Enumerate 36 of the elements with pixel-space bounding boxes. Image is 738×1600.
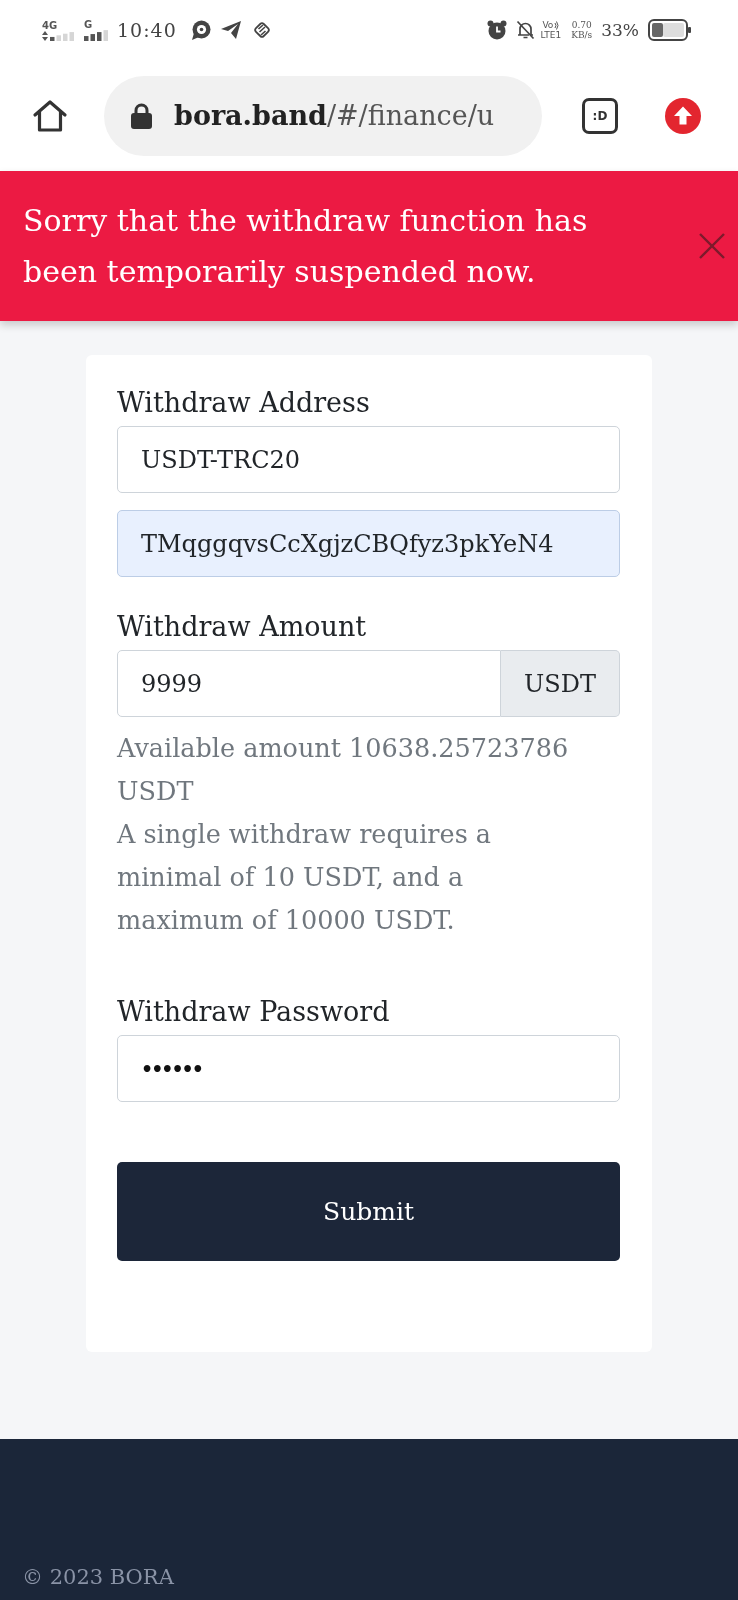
input-field[interactable]: USDT-TRC20 <box>117 426 620 493</box>
alarm-clock-icon <box>486 20 507 40</box>
copyright-text: © 2023 BORA <box>22 1564 174 1591</box>
network-label: 4G <box>42 19 58 31</box>
speed-value: 0.70 <box>571 20 592 30</box>
bell-off-icon <box>515 20 535 40</box>
field-label: Withdraw Amount <box>117 610 368 644</box>
lock-icon <box>131 102 152 129</box>
signal-icon <box>50 31 76 41</box>
tab-switcher-button[interactable]: :D <box>582 97 618 134</box>
network-label: G <box>84 19 93 30</box>
lte-label: LTE1 <box>540 30 562 40</box>
clock-time: 10:40 <box>117 19 177 41</box>
password-field[interactable]: •••••• <box>117 1035 620 1102</box>
currency-addon: USDT <box>501 650 620 717</box>
address-bar[interactable]: bora.band/#/finance/u <box>104 75 542 156</box>
call-waves-icon <box>554 20 560 30</box>
battery-icon <box>648 19 692 41</box>
alert-message: Sorry that the withdraw function has been temporarily suspended now. <box>23 202 589 291</box>
field-label: Withdraw Password <box>117 995 391 1029</box>
input-field[interactable]: TMqggqvsCcXgjzCBQfyz3pkYeN4 <box>117 510 620 577</box>
help-text: A single withdraw requires a minimal of 10 USDT, and a maximum of 10000 USDT. <box>117 818 493 937</box>
input-field[interactable]: 9999 <box>117 650 501 717</box>
signal-icon <box>84 30 110 41</box>
home-icon[interactable] <box>32 98 68 133</box>
close-icon[interactable] <box>699 233 725 259</box>
paper-plane-icon <box>220 21 241 39</box>
speed-unit: KB/s <box>571 30 593 40</box>
submit-button[interactable]: Submit <box>117 1162 620 1261</box>
help-text: Available amount 10638.25723786 USDT <box>117 732 570 808</box>
data-arrows-icon <box>42 30 48 41</box>
chat-bubble-icon <box>190 20 211 40</box>
battery-percent: 33% <box>601 20 639 40</box>
volte-label: Vo <box>542 20 554 30</box>
diamond-icon <box>251 20 272 40</box>
field-label: Withdraw Address <box>117 386 371 420</box>
